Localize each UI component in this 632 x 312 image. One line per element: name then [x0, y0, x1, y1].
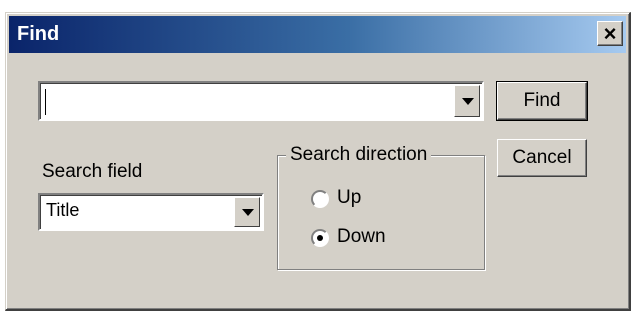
close-button[interactable]: × — [597, 21, 623, 46]
text-caret — [45, 89, 46, 115]
close-icon: × — [603, 21, 617, 46]
find-dialog: Find × Find Cancel Search field Title Se… — [5, 12, 631, 311]
radio-down[interactable] — [311, 229, 329, 247]
search-field-dropdown-button[interactable] — [234, 197, 260, 227]
radio-up-label[interactable]: Up — [337, 187, 361, 209]
radio-up[interactable] — [311, 190, 329, 208]
chevron-down-icon — [462, 98, 474, 105]
find-button[interactable]: Find — [496, 81, 588, 121]
search-field-select[interactable]: Title — [38, 193, 264, 231]
search-direction-legend: Search direction — [286, 144, 432, 166]
title-bar[interactable]: Find × — [9, 16, 626, 53]
radio-down-label[interactable]: Down — [337, 226, 386, 248]
search-field-label: Search field — [42, 161, 143, 182]
search-dropdown-button[interactable] — [454, 85, 480, 117]
search-combo[interactable] — [38, 81, 484, 121]
search-field-value: Title — [46, 200, 80, 220]
chevron-down-icon — [242, 209, 254, 216]
radio-selected-dot — [317, 235, 323, 241]
cancel-button[interactable]: Cancel — [497, 139, 587, 177]
window-title: Find — [17, 23, 60, 45]
search-direction-group — [277, 155, 485, 270]
